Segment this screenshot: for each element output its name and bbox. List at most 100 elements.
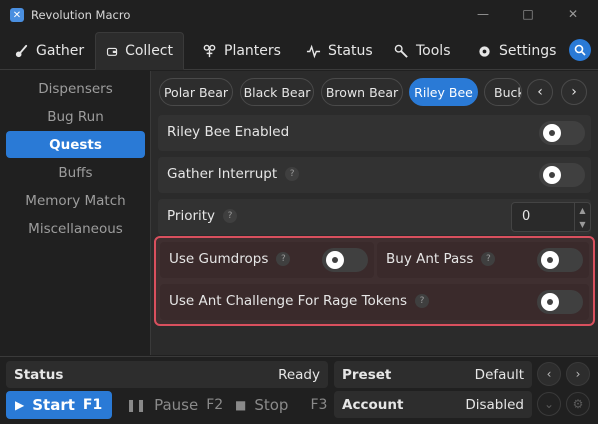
pulse-icon [306,44,321,58]
wrench-icon [394,44,408,58]
gather-interrupt-label: Gather Interrupt ? [167,166,300,182]
tab-label: Planters [224,43,281,59]
ant-challenge-toggle[interactable] [537,290,583,314]
use-gumdrops-text: Use Gumdrops [169,251,269,267]
buy-ant-pass-text: Buy Ant Pass [386,251,474,267]
gear-icon: ⚙ [572,397,584,411]
chevron-up-icon[interactable]: ▲ [579,206,585,215]
start-button[interactable]: ▶ Start F1 [6,391,112,419]
quest-tab-black-bear[interactable]: Black Bear [240,78,314,106]
priority-label: Priority ? [167,208,238,224]
sidebar-item-miscellaneous[interactable]: Miscellaneous [6,215,145,242]
ant-challenge-label: Use Ant Challenge For Rage Tokens ? [169,293,430,309]
sidebar-item-dispensers[interactable]: Dispensers [6,75,145,102]
tab-label: Tools [416,43,451,59]
tab-status[interactable]: Status [296,32,383,70]
tab-planters[interactable]: Planters [192,32,291,70]
preset-prev-button[interactable]: ‹ [537,362,561,386]
preset-next-button[interactable]: › [566,362,590,386]
tab-settings[interactable]: Settings [467,32,566,70]
priority-stepper[interactable]: 0 ▲ ▼ [511,202,591,232]
gather-interrupt-toggle[interactable] [539,163,585,187]
use-gumdrops-label: Use Gumdrops ? [169,251,291,267]
status-panel: Status Ready [6,361,328,388]
buy-ant-pass-row: Buy Ant Pass ? [377,242,589,278]
toggle-knob [543,124,561,142]
preset-label: Preset [342,367,392,383]
chevron-right-icon: › [575,367,581,381]
quest-tab-brown-bear[interactable]: Brown Bear [321,78,403,106]
account-value: Disabled [465,397,524,413]
riley-enabled-label: Riley Bee Enabled [167,124,289,140]
close-icon[interactable]: ✕ [565,6,581,22]
ant-challenge-row: Use Ant Challenge For Rage Tokens ? [160,284,589,320]
wallet-icon [106,47,118,56]
preset-value: Default [474,367,524,383]
buy-ant-pass-label: Buy Ant Pass ? [386,251,496,267]
quest-tab-riley-bee[interactable]: Riley Bee [409,78,478,106]
stop-hotkey: F3 [310,397,328,413]
play-icon: ▶ [15,398,25,412]
riley-enabled-text: Riley Bee Enabled [167,124,290,140]
account-settings-button[interactable]: ⚙ [566,392,590,416]
quest-settings-panel: Polar Bear Black Bear Brown Bear Riley B… [151,71,598,355]
sidebar-item-bug-run[interactable]: Bug Run [6,103,145,130]
tab-label: Gather [36,43,85,59]
sidebar-item-memory-match[interactable]: Memory Match [6,187,145,214]
pause-icon: ❚❚ [126,398,147,412]
buy-ant-pass-toggle[interactable] [537,248,583,272]
help-icon[interactable]: ? [223,209,238,223]
chevron-left-icon: ‹ [537,84,543,100]
maximize-icon[interactable]: □ [520,6,536,22]
use-gumdrops-toggle[interactable] [322,248,368,272]
sidebar-item-quests[interactable]: Quests [6,131,145,158]
tabs-next-button[interactable]: › [561,79,587,105]
quest-tab-bucko-bee[interactable]: Bucko Bee [484,78,522,106]
preset-panel[interactable]: Preset Default [334,361,532,388]
help-icon[interactable]: ? [481,252,496,266]
account-dropdown-button[interactable]: ⌄ [537,392,561,416]
tabs-prev-button[interactable]: ‹ [527,79,553,105]
main-tab-bar: Gather Collect Planters Status Tools Set… [0,30,598,70]
gather-interrupt-text: Gather Interrupt [167,166,278,182]
start-hotkey: F1 [82,397,103,413]
tab-tools[interactable]: Tools [384,32,461,70]
riley-enabled-toggle[interactable] [539,121,585,145]
tab-label: Collect [125,43,173,59]
priority-text: Priority [167,208,216,224]
sidebar: Dispensers Bug Run Quests Buffs Memory M… [0,71,151,355]
toggle-knob [541,293,559,311]
stop-button[interactable]: ■ Stop F3 [226,391,328,419]
riley-enabled-row: Riley Bee Enabled [158,115,591,151]
title-bar: ✕ Revolution Macro — □ ✕ [0,0,598,30]
chevron-right-icon: › [571,84,577,100]
tab-collect[interactable]: Collect [95,32,184,70]
chevron-left-icon: ‹ [546,367,552,381]
window-title: Revolution Macro [31,8,131,22]
pause-button[interactable]: ❚❚ Pause F2 [117,391,223,419]
quest-tab-polar-bear[interactable]: Polar Bear [159,78,233,106]
plant-icon [203,44,216,57]
search-button[interactable] [569,39,591,61]
stepper-arrows[interactable]: ▲ ▼ [574,203,590,231]
toggle-knob [543,166,561,184]
search-icon [574,44,586,56]
help-icon[interactable]: ? [415,294,430,308]
account-label: Account [342,397,404,413]
minimize-icon[interactable]: — [475,6,491,22]
help-icon[interactable]: ? [285,167,300,181]
tab-gather[interactable]: Gather [4,32,94,70]
stop-icon: ■ [235,398,247,412]
account-panel[interactable]: Account Disabled [334,391,532,418]
app-logo-icon: ✕ [10,8,24,22]
status-label: Status [14,367,64,383]
tab-label: Status [328,43,373,59]
tab-label: Settings [499,43,557,59]
chevron-down-icon[interactable]: ▼ [579,220,585,229]
priority-row: Priority ? 0 ▲ ▼ [158,199,591,235]
chevron-down-icon: ⌄ [543,397,555,411]
priority-value: 0 [522,209,531,224]
help-icon[interactable]: ? [276,252,291,266]
stop-label: Stop [254,396,289,414]
sidebar-item-buffs[interactable]: Buffs [6,159,145,186]
